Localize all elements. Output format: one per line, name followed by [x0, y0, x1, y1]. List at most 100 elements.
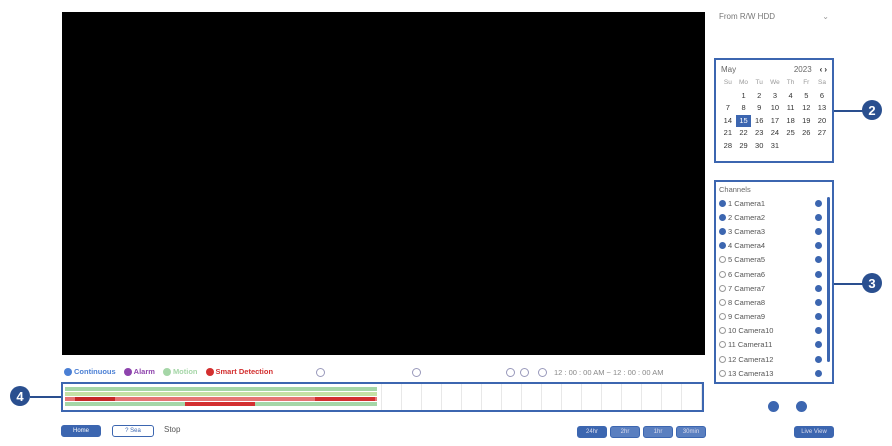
calendar-day[interactable]: 24 [767, 127, 783, 140]
calendar-day[interactable]: 29 [736, 140, 752, 153]
play-channel-icon[interactable] [815, 227, 822, 235]
search-button[interactable]: ? Sea [112, 425, 154, 437]
zoom-1hr-button[interactable]: 1hr [643, 426, 673, 438]
channel-item[interactable]: 8 Camera8 [716, 295, 832, 309]
time-range: 12 : 00 : 00 AM ~ 12 : 00 : 00 AM [554, 368, 664, 377]
live-view-button[interactable]: Live View [794, 426, 834, 438]
play-channel-icon[interactable] [815, 355, 822, 363]
motion-icon [162, 367, 171, 376]
play-channel-icon[interactable] [815, 270, 822, 278]
calendar-day[interactable]: 10 [767, 102, 783, 115]
channel-item[interactable]: 4 Camera4 [716, 239, 832, 253]
calendar-day[interactable]: 8 [736, 102, 752, 115]
channel-item[interactable]: 3 Camera3 [716, 224, 832, 238]
channel-item[interactable]: 1 Camera1 [716, 196, 832, 210]
calendar-day[interactable]: 27 [814, 127, 830, 140]
calendar-day[interactable]: 9 [751, 102, 767, 115]
legend-motion[interactable]: Motion [162, 367, 198, 376]
channel-label: 9 Camera9 [728, 312, 766, 322]
channel-item[interactable]: 13 Camera13 [716, 366, 832, 380]
calendar-day[interactable]: 25 [783, 127, 799, 140]
calendar-day[interactable]: 21 [720, 127, 736, 140]
calendar-day[interactable]: 15 [735, 114, 752, 127]
calendar-day[interactable]: 22 [736, 127, 752, 140]
calendar-day[interactable]: 1 [736, 90, 752, 103]
calendar-day[interactable]: 23 [751, 127, 767, 140]
zoom-24hr-button[interactable]: 24hr [577, 426, 607, 438]
play-channel-icon[interactable] [815, 284, 822, 292]
speed-icon[interactable] [412, 368, 421, 377]
calendar-day[interactable]: 14 [720, 115, 736, 128]
home-button[interactable]: Home [61, 425, 101, 437]
calendar-day[interactable]: 30 [751, 140, 767, 153]
checkbox-icon[interactable] [719, 270, 726, 278]
calendar-day[interactable]: 31 [767, 140, 783, 153]
calendar-day[interactable]: 28 [720, 140, 736, 153]
channel-scrollbar[interactable] [827, 197, 830, 362]
backup-icon[interactable] [768, 401, 779, 412]
channel-label: 8 Camera8 [728, 297, 766, 307]
legend-smart-detection[interactable]: Smart Detection [205, 367, 273, 376]
checkbox-icon[interactable] [719, 227, 726, 235]
checkbox-icon[interactable] [719, 199, 726, 207]
channel-item[interactable]: 11 Camera11 [716, 338, 832, 352]
checkbox-icon[interactable] [719, 284, 726, 292]
checkbox-icon[interactable] [719, 213, 726, 221]
checkbox-icon[interactable] [719, 256, 726, 264]
channel-item[interactable]: 9 Camera9 [716, 310, 832, 324]
zoom-out-icon[interactable] [506, 368, 515, 377]
checkbox-icon[interactable] [719, 242, 726, 250]
calendar-day[interactable]: 7 [720, 102, 736, 115]
play-channel-icon[interactable] [815, 213, 822, 221]
video-playback-area[interactable] [62, 12, 705, 355]
play-channel-icon[interactable] [815, 313, 822, 321]
calendar-day[interactable]: 26 [798, 127, 814, 140]
channel-item[interactable]: 6 Camera6 [716, 267, 832, 281]
play-icon[interactable] [316, 368, 325, 377]
calendar-day[interactable]: 4 [783, 90, 799, 103]
timeline-bar[interactable] [61, 382, 704, 412]
play-channel-icon[interactable] [815, 242, 822, 250]
channel-item[interactable]: 5 Camera5 [716, 253, 832, 267]
channel-label: 1 Camera1 [728, 198, 766, 208]
zoom-30min-button[interactable]: 30min [676, 426, 706, 438]
checkbox-icon[interactable] [719, 327, 726, 335]
checkbox-icon[interactable] [719, 369, 726, 377]
play-channel-icon[interactable] [815, 199, 822, 207]
calendar-day[interactable]: 6 [814, 90, 830, 103]
play-channel-icon[interactable] [815, 341, 822, 349]
calendar-day[interactable]: 2 [751, 90, 767, 103]
chevron-right-icon[interactable]: › [824, 65, 827, 74]
calendar-day[interactable]: 12 [798, 102, 814, 115]
play-channel-icon[interactable] [815, 327, 822, 335]
source-dropdown[interactable]: From R/W HDD ⌄ [719, 8, 833, 24]
calendar-day[interactable]: 20 [814, 115, 830, 128]
calendar-day[interactable]: 13 [814, 102, 830, 115]
zoom-2hr-button[interactable]: 2hr [610, 426, 640, 438]
calendar-day[interactable]: 11 [783, 102, 799, 115]
calendar-day[interactable]: 18 [783, 115, 799, 128]
calendar-day[interactable]: 5 [798, 90, 814, 103]
calendar-day[interactable]: 16 [751, 115, 767, 128]
legend-alarm[interactable]: Alarm [123, 367, 155, 376]
play-channel-icon[interactable] [815, 256, 822, 264]
play-channel-icon[interactable] [815, 298, 822, 306]
calendar-day[interactable]: 17 [767, 115, 783, 128]
checkbox-icon[interactable] [719, 355, 726, 363]
checkbox-icon[interactable] [719, 298, 726, 306]
play-channel-icon[interactable] [815, 369, 822, 377]
calendar-day[interactable]: 19 [798, 115, 814, 128]
channel-item[interactable]: 10 Camera10 [716, 324, 832, 338]
checkbox-icon[interactable] [719, 313, 726, 321]
clock-icon[interactable] [538, 368, 547, 377]
channel-item[interactable]: 7 Camera7 [716, 281, 832, 295]
channel-item[interactable]: 12 Camera12 [716, 352, 832, 366]
zoom-in-icon[interactable] [520, 368, 529, 377]
legend-continuous[interactable]: Continuous [64, 367, 116, 376]
channel-item[interactable]: 2 Camera2 [716, 210, 832, 224]
list-icon[interactable] [796, 401, 807, 412]
calendar-day[interactable]: 3 [767, 90, 783, 103]
source-dropdown-value: From R/W HDD [719, 11, 775, 21]
chevron-left-icon[interactable]: ‹ [820, 65, 823, 74]
checkbox-icon[interactable] [719, 341, 726, 349]
